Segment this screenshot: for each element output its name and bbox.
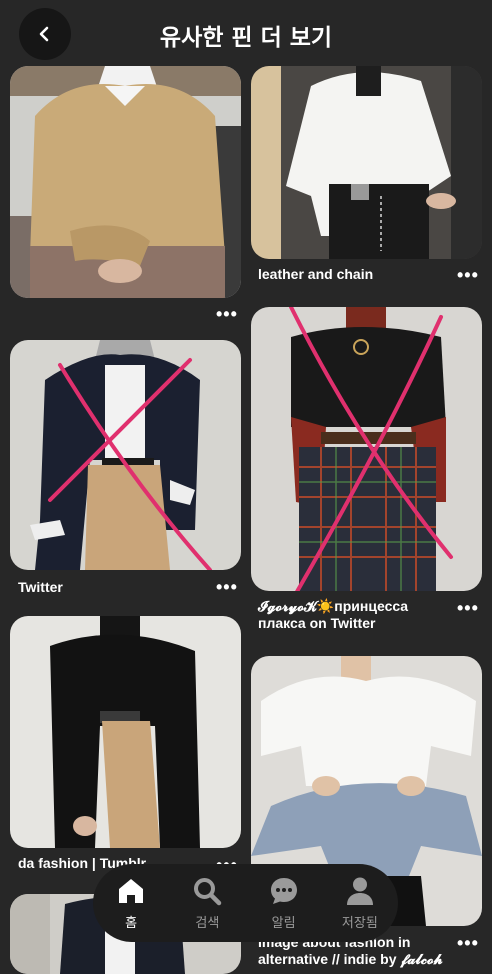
bottom-navbar: 홈 검색 알림 저장됨: [93, 864, 398, 942]
nav-search[interactable]: 검색: [169, 875, 245, 931]
page-title: 유사한 핀 더 보기: [159, 25, 333, 51]
nav-search-label: 검색: [195, 916, 220, 931]
nav-saved-label: 저장됨: [341, 916, 378, 931]
pin-image-white-shirt[interactable]: [251, 66, 482, 259]
pin-more-button[interactable]: •••: [457, 266, 479, 284]
chat-bubble-icon: [270, 878, 297, 904]
pin-caption: leather and chain: [258, 266, 374, 282]
nav-saved[interactable]: 저장됨: [322, 875, 398, 931]
pin-caption-line2: плакса on Twitter: [258, 615, 376, 631]
pin-image-plaid-trousers[interactable]: [251, 307, 482, 591]
pin-image-navy-blazer[interactable]: [10, 340, 241, 570]
home-icon: [119, 879, 144, 903]
pin-more-button[interactable]: •••: [457, 934, 479, 952]
pin-image-black-coat[interactable]: [10, 616, 241, 848]
nav-notifications-label: 알림: [271, 916, 296, 931]
pin-image-beige-sweater[interactable]: [10, 66, 241, 298]
pin-caption: Twitter: [18, 579, 63, 595]
nav-home[interactable]: 홈: [93, 875, 169, 931]
pin-caption-line1: 𝓘𝓰𝓸𝓻𝔂𝓸𝓚☀️принцесса: [258, 598, 409, 614]
pin-more-button[interactable]: •••: [457, 599, 479, 617]
pin-more-button[interactable]: •••: [216, 305, 238, 323]
nav-home-label: 홈: [125, 916, 138, 931]
nav-notifications[interactable]: 알림: [246, 875, 322, 931]
header: 유사한 핀 더 보기: [0, 0, 492, 66]
pin-more-button[interactable]: •••: [216, 578, 238, 596]
search-icon: [194, 878, 222, 906]
profile-icon: [346, 877, 373, 905]
